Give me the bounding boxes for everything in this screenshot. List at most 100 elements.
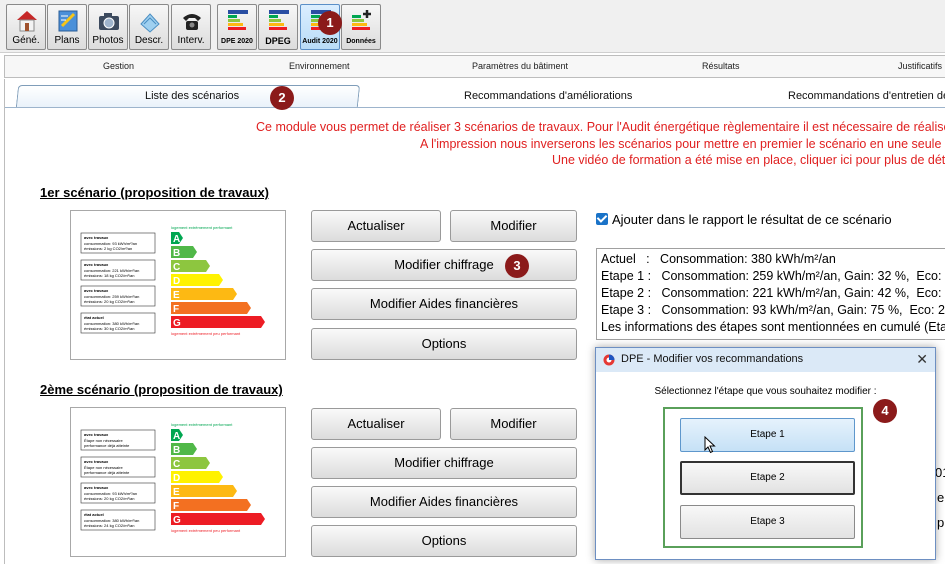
tab-gestion[interactable]: Gestion <box>103 61 134 71</box>
scenario2-label-graphic: logement extrêmement performant A B C D … <box>80 422 265 533</box>
description-icon <box>140 13 160 33</box>
dialog-title: DPE - Modifier vos recommandations <box>621 353 804 365</box>
scenario1-actualiser-button[interactable]: Actualiser <box>311 210 441 242</box>
plans-button[interactable]: Plans <box>47 4 87 50</box>
general-button-label: Géné. <box>12 35 40 46</box>
step-badge-4: 4 <box>873 399 897 423</box>
dialog-titlebar: DPE - Modifier vos recommandations ✕ <box>596 348 935 372</box>
scenario1-top-caption: logement extrêmement performant <box>171 225 233 230</box>
s1-box3-l3: émissions: 20 kg CO2/m²/an <box>84 299 134 304</box>
s1-box4-l3: émissions: 30 kg CO2/m²/an <box>84 326 134 331</box>
scenario2-modifier-button[interactable]: Modifier <box>450 408 577 440</box>
toolbar: Géné. Plans Photos Descr. Interv. DPE 20… <box>0 0 945 53</box>
photos-button[interactable]: Photos <box>88 4 128 50</box>
house-icon <box>17 11 37 32</box>
scenario1-modifier-aides-button[interactable]: Modifier Aides financières <box>311 288 577 320</box>
scenario2-result-fragment-2: e <box>937 490 945 505</box>
scenario1-energy-label: logement extrêmement performant A B C D … <box>70 210 286 360</box>
tab-justificatifs[interactable]: Justificatifs <box>898 61 942 71</box>
s1-box1-l1: avec travaux <box>84 235 109 240</box>
scenario1-report-checkbox-label[interactable]: Ajouter dans le rapport le résultat de c… <box>612 212 892 227</box>
modifier-recommandations-dialog: DPE - Modifier vos recommandations ✕ Sél… <box>595 347 936 560</box>
dpeg-label-icon <box>269 10 289 30</box>
dpeg-button-label: DPEG <box>265 36 291 46</box>
s2-box1-l3: performance déjà atteinte <box>84 443 130 448</box>
scenario1-results-box: Actuel : Consommation: 380 kWh/m²/an Eta… <box>596 248 945 340</box>
scenario1-modifier-chiffrage-button[interactable]: Modifier chiffrage <box>311 249 577 281</box>
scenario1-title: 1er scénario (proposition de travaux) <box>40 185 270 200</box>
plans-button-label: Plans <box>54 35 80 46</box>
plans-icon <box>58 10 78 32</box>
s1-class-g: G <box>173 318 181 329</box>
result-etape3: Etape 3 : Consommation: 93 kWh/m²/an, Ga… <box>601 303 945 317</box>
s1-box1-l3: émissions: 2 kg CO2/m²/an <box>84 246 132 251</box>
s1-class-d: D <box>173 276 180 287</box>
data-plus-icon <box>352 10 371 30</box>
s2-box4-l1: état actuel <box>84 512 104 517</box>
scenario2-modifier-chiffrage-button[interactable]: Modifier chiffrage <box>311 447 577 479</box>
s1-box2-l3: émissions: 18 kg CO2/m²/an <box>84 273 134 278</box>
s2-class-a: A <box>173 431 180 442</box>
s2-class-d: D <box>173 473 180 484</box>
subtab-recommandations-ameliorations[interactable]: Recommandations d'améliorations <box>464 90 632 102</box>
scenario1-modifier-button[interactable]: Modifier <box>450 210 577 242</box>
step-badge-3: 3 <box>505 254 529 278</box>
s1-class-c: C <box>173 262 180 273</box>
dpe2020-button[interactable]: DPE 2020 <box>217 4 257 50</box>
dpeg-button[interactable]: DPEG <box>258 4 298 50</box>
result-note: Les informations des étapes sont mention… <box>601 320 945 334</box>
tab-parametres-batiment[interactable]: Paramètres du bâtiment <box>472 61 568 71</box>
s2-box2-l1: avec travaux <box>84 459 109 464</box>
info-line-3[interactable]: Une vidéo de formation a été mise en pla… <box>552 153 945 167</box>
donnees-button-label: Données <box>346 38 376 45</box>
photos-button-label: Photos <box>92 35 124 46</box>
scenario2-options-button[interactable]: Options <box>311 525 577 557</box>
mouse-cursor-icon <box>704 436 716 454</box>
step-badge-2: 2 <box>270 86 294 110</box>
scenario2-result-fragment-1: 01 <box>935 465 945 480</box>
scenario2-result-fragment-3: p <box>937 515 945 530</box>
subtab-recommandations-entretien[interactable]: Recommandations d'entretien des <box>788 90 945 102</box>
general-button[interactable]: Géné. <box>6 4 46 50</box>
dpe-label-icon <box>228 10 248 30</box>
scenario2-title: 2ème scénario (proposition de travaux) <box>40 382 283 397</box>
s1-class-b: B <box>173 248 180 259</box>
etape-2-button[interactable]: Etape 2 <box>680 461 855 495</box>
s1-class-a: A <box>173 234 180 245</box>
audit2020-button-label: Audit 2020 <box>302 38 338 45</box>
phone-icon <box>183 14 201 30</box>
intervention-button-label: Interv. <box>177 35 205 46</box>
donnees-button[interactable]: Données <box>341 4 381 50</box>
etape-options-group: Etape 1 Etape 2 Etape 3 <box>663 407 863 548</box>
info-line-2: A l'impression nous inverserons les scén… <box>420 137 945 151</box>
dpe2020-button-label: DPE 2020 <box>221 38 253 45</box>
s1-class-f: F <box>173 304 179 315</box>
scenario2-energy-label: logement extrêmement performant A B C D … <box>70 407 286 557</box>
tab-environnement[interactable]: Environnement <box>289 61 350 71</box>
s2-class-b: B <box>173 445 180 456</box>
scenario2-actualiser-button[interactable]: Actualiser <box>311 408 441 440</box>
subtab-liste-scenarios[interactable]: Liste des scénarios <box>145 90 239 102</box>
s2-class-c: C <box>173 459 180 470</box>
s2-class-e: E <box>173 487 180 498</box>
s2-box1-l1: avec travaux <box>84 432 109 437</box>
tab-resultats[interactable]: Résultats <box>702 61 740 71</box>
scenario1-options-button[interactable]: Options <box>311 328 577 360</box>
description-button[interactable]: Descr. <box>129 4 169 50</box>
description-button-label: Descr. <box>134 35 164 46</box>
s1-class-e: E <box>173 290 180 301</box>
main-tab-bar: Gestion Environnement Paramètres du bâti… <box>4 55 945 78</box>
camera-icon <box>99 13 119 30</box>
app-logo-icon <box>603 354 615 366</box>
scenario2-bottom-caption: logement extrêmement peu performant <box>171 528 241 533</box>
scenario1-report-checkbox[interactable] <box>596 213 608 225</box>
intervention-button[interactable]: Interv. <box>171 4 211 50</box>
step-badge-1: 1 <box>318 11 342 35</box>
close-icon[interactable]: ✕ <box>916 351 928 368</box>
s2-box3-l1: avec travaux <box>84 485 109 490</box>
scenario2-modifier-aides-button[interactable]: Modifier Aides financières <box>311 486 577 518</box>
s1-box4-l1: état actuel <box>84 315 104 320</box>
s2-box3-l3: émissions: 20 kg CO2/m²/an <box>84 496 134 501</box>
scenario2-bars <box>171 429 265 525</box>
etape-3-button[interactable]: Etape 3 <box>680 505 855 539</box>
